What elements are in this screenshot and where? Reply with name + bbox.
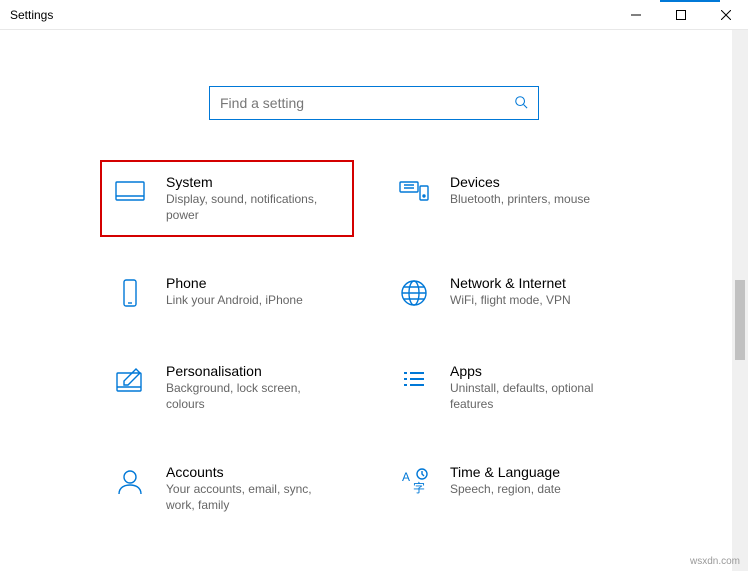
category-personalisation[interactable]: Personalisation Background, lock screen,… bbox=[100, 349, 354, 426]
svg-text:字: 字 bbox=[413, 480, 425, 495]
category-subtitle: Display, sound, notifications, power bbox=[166, 192, 342, 223]
close-icon bbox=[721, 10, 731, 20]
category-subtitle: Your accounts, email, sync, work, family bbox=[166, 482, 342, 513]
maximize-button[interactable] bbox=[658, 0, 703, 30]
category-devices[interactable]: Devices Bluetooth, printers, mouse bbox=[384, 160, 638, 237]
time-language-icon: A字 bbox=[396, 464, 432, 500]
phone-icon bbox=[112, 275, 148, 311]
category-title: System bbox=[166, 174, 342, 190]
category-subtitle: Bluetooth, printers, mouse bbox=[450, 192, 626, 208]
devices-icon bbox=[396, 174, 432, 210]
maximize-icon bbox=[676, 10, 686, 20]
minimize-button[interactable] bbox=[613, 0, 658, 30]
system-icon bbox=[112, 174, 148, 210]
category-title: Accounts bbox=[166, 464, 342, 480]
category-title: Time & Language bbox=[450, 464, 626, 480]
category-accounts[interactable]: Accounts Your accounts, email, sync, wor… bbox=[100, 450, 354, 527]
category-title: Devices bbox=[450, 174, 626, 190]
search-icon bbox=[514, 95, 528, 112]
category-title: Phone bbox=[166, 275, 342, 291]
scrollbar-thumb[interactable] bbox=[735, 280, 745, 360]
scrollbar[interactable] bbox=[732, 30, 748, 571]
category-subtitle: WiFi, flight mode, VPN bbox=[450, 293, 626, 309]
category-system[interactable]: System Display, sound, notifications, po… bbox=[100, 160, 354, 237]
category-apps[interactable]: Apps Uninstall, defaults, optional featu… bbox=[384, 349, 638, 426]
apps-icon bbox=[396, 363, 432, 399]
close-button[interactable] bbox=[703, 0, 748, 30]
search-input[interactable] bbox=[220, 95, 514, 111]
svg-text:A: A bbox=[402, 470, 410, 484]
category-title: Network & Internet bbox=[450, 275, 626, 291]
category-title: Apps bbox=[450, 363, 626, 379]
category-subtitle: Link your Android, iPhone bbox=[166, 293, 342, 309]
watermark: wsxdn.com bbox=[690, 556, 740, 567]
accounts-icon bbox=[112, 464, 148, 500]
category-title: Personalisation bbox=[166, 363, 342, 379]
main-content[interactable]: System Display, sound, notifications, po… bbox=[0, 30, 748, 571]
titlebar: Settings bbox=[0, 0, 748, 30]
category-phone[interactable]: Phone Link your Android, iPhone bbox=[100, 261, 354, 325]
search-box[interactable] bbox=[209, 86, 539, 120]
window-controls bbox=[613, 0, 748, 29]
network-icon bbox=[396, 275, 432, 311]
category-subtitle: Background, lock screen, colours bbox=[166, 381, 342, 412]
personalisation-icon bbox=[112, 363, 148, 399]
minimize-icon bbox=[631, 10, 641, 20]
categories-grid: System Display, sound, notifications, po… bbox=[0, 160, 748, 528]
category-subtitle: Uninstall, defaults, optional features bbox=[450, 381, 626, 412]
search-area bbox=[0, 30, 748, 160]
category-network[interactable]: Network & Internet WiFi, flight mode, VP… bbox=[384, 261, 638, 325]
window-title: Settings bbox=[0, 8, 613, 22]
category-subtitle: Speech, region, date bbox=[450, 482, 626, 498]
category-time[interactable]: A字 Time & Language Speech, region, date bbox=[384, 450, 638, 527]
